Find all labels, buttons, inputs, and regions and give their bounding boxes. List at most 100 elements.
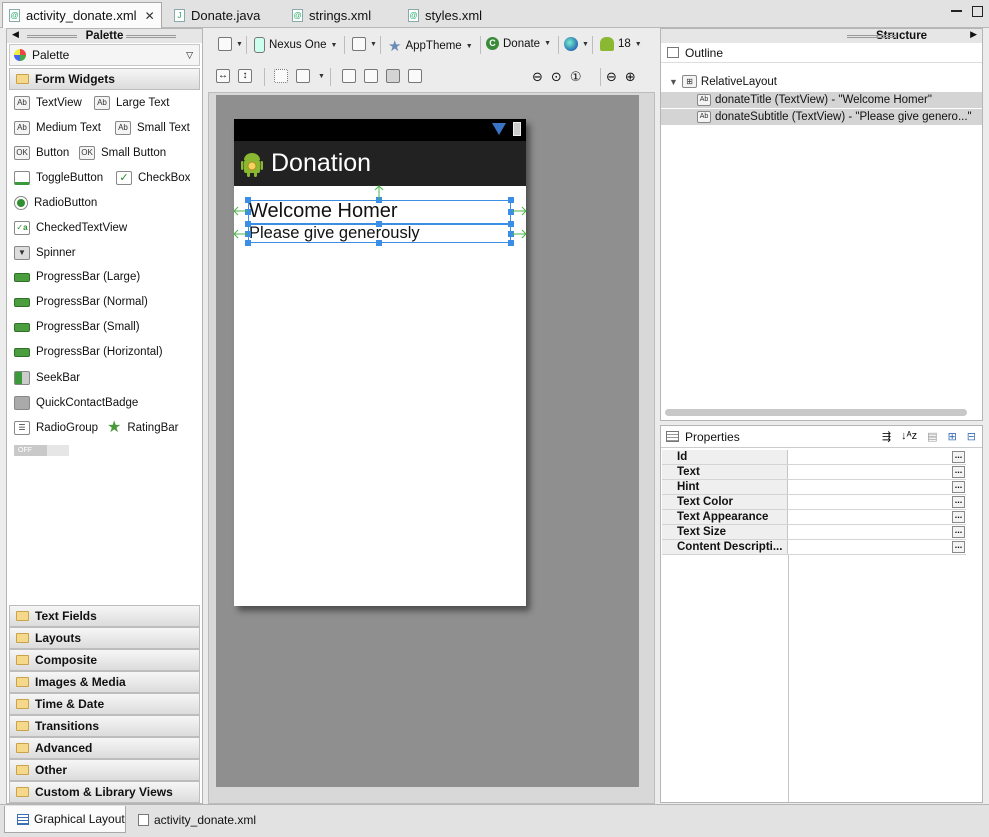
widget-small-text[interactable]: Ab Small Text [115, 121, 190, 135]
theme-selector[interactable]: ★ AppTheme ▼ [388, 37, 473, 55]
widget-togglebutton[interactable]: ToggleButton [14, 171, 103, 185]
tab-activity-donate-xml[interactable]: @ activity_donate.xml ✕ [2, 2, 162, 28]
fill-width-icon[interactable]: ↔ [216, 69, 230, 83]
property-value[interactable]: ... [788, 480, 966, 494]
properties-header: Properties ⇶ ↓ᴬz ▤ ⊞ ⊟ [661, 426, 982, 448]
property-value[interactable]: ... [788, 450, 966, 464]
filter-icon[interactable]: ⇶ [882, 430, 891, 443]
api-level-selector[interactable]: 18 ▼ [600, 37, 642, 51]
expand-triangle-icon[interactable]: ▼ [669, 77, 678, 87]
tab-label: styles.xml [425, 7, 483, 23]
property-row-content-description[interactable]: Content Descripti...... [662, 540, 966, 555]
sort-az-icon[interactable]: ↓ᴬz [901, 430, 917, 443]
device-selector[interactable]: Nexus One ▼ [254, 37, 337, 53]
layout-config-button[interactable]: ▼ [218, 37, 243, 51]
property-value[interactable]: ... [788, 495, 966, 509]
zoom-fit-icon[interactable]: ⊙ [551, 69, 562, 85]
category-custom-library-views[interactable]: Custom & Library Views [9, 781, 200, 803]
category-transitions[interactable]: Transitions [9, 715, 200, 737]
align-center-icon[interactable] [364, 69, 378, 83]
palette-selector[interactable]: Palette ▽ [9, 44, 200, 66]
widget-ratingbar[interactable]: ★ RatingBar [107, 420, 179, 436]
property-value[interactable]: ... [788, 465, 966, 479]
widget-progressbar-small[interactable]: ProgressBar (Small) [14, 321, 140, 333]
zoom-actual-icon[interactable]: ① [570, 69, 582, 85]
activity-selector[interactable]: C Donate ▼ [486, 37, 551, 50]
tab-styles-xml[interactable]: @ styles.xml [402, 2, 502, 28]
tree-node-relativelayout[interactable]: ▼ ⊞ RelativeLayout [669, 75, 777, 88]
locale-selector[interactable]: ▼ [564, 37, 589, 51]
tab-graphical-layout[interactable]: Graphical Layout [4, 806, 126, 833]
minimize-icon[interactable] [951, 6, 962, 12]
tree-node-donate-subtitle[interactable]: Ab donateSubtitle (TextView) - "Please g… [661, 109, 982, 125]
widget-medium-text[interactable]: Ab Medium Text [14, 121, 101, 135]
property-row-text[interactable]: Text... [662, 465, 966, 480]
widget-large-text[interactable]: Ab Large Text [94, 96, 170, 110]
widget-label: RatingBar [127, 422, 179, 434]
widget-radiobutton[interactable]: RadioButton [14, 196, 97, 210]
gravity-icon[interactable] [408, 69, 422, 83]
property-value[interactable]: ... [788, 510, 966, 524]
tree-node-donate-title[interactable]: Ab donateTitle (TextView) - "Welcome Hom… [661, 92, 982, 108]
advanced-icon[interactable]: ▤ [927, 430, 937, 443]
widget-spinner[interactable]: ▼ Spinner [14, 246, 76, 260]
tab-strings-xml[interactable]: @ strings.xml [286, 2, 396, 28]
orientation-button[interactable]: ▼ [352, 37, 377, 51]
category-form-widgets[interactable]: Form Widgets [9, 68, 200, 90]
property-row-text-size[interactable]: Text Size... [662, 525, 966, 540]
widget-textview[interactable]: Ab TextView [14, 96, 82, 110]
tab-label: strings.xml [309, 7, 372, 23]
expand-icon[interactable] [296, 69, 310, 83]
property-value[interactable]: ... [788, 540, 966, 554]
widget-progressbar-normal[interactable]: ProgressBar (Normal) [14, 296, 148, 308]
category-advanced[interactable]: Advanced [9, 737, 200, 759]
zoom-plus-icon[interactable]: ⊕ [625, 69, 636, 85]
edit-icon[interactable]: ... [952, 451, 965, 463]
folder-open-icon [16, 74, 29, 84]
fill-height-icon[interactable]: ↕ [238, 69, 252, 83]
category-composite[interactable]: Composite [9, 649, 200, 671]
close-icon[interactable]: ✕ [145, 9, 155, 23]
align-tools [342, 69, 422, 83]
widget-radiogroup[interactable]: ☰ RadioGroup [14, 421, 98, 435]
property-value[interactable]: ... [788, 525, 966, 539]
edit-icon[interactable]: ... [952, 466, 965, 478]
property-row-text-appearance[interactable]: Text Appearance... [662, 510, 966, 525]
collapse-left-icon[interactable]: ◀ [12, 29, 19, 40]
category-other[interactable]: Other [9, 759, 200, 781]
horizontal-scrollbar[interactable] [665, 409, 967, 416]
category-images-media[interactable]: Images & Media [9, 671, 200, 693]
widget-small-button[interactable]: OK Small Button [79, 146, 166, 160]
property-row-text-color[interactable]: Text Color... [662, 495, 966, 510]
widget-checkbox[interactable]: ✓ CheckBox [116, 171, 190, 185]
align-baseline-icon[interactable] [342, 69, 356, 83]
margins-icon[interactable] [386, 69, 400, 83]
maximize-icon[interactable] [972, 6, 983, 17]
zoom-minus-icon[interactable]: ⊖ [606, 69, 617, 85]
edit-icon[interactable]: ... [952, 496, 965, 508]
widget-label: ProgressBar (Small) [36, 321, 140, 333]
category-time-date[interactable]: Time & Date [9, 693, 200, 715]
property-row-id[interactable]: Id... [662, 450, 966, 465]
collapse-right-icon[interactable]: ▶ [970, 29, 977, 40]
widget-quickcontactbadge[interactable]: QuickContactBadge [14, 396, 138, 410]
widget-seekbar[interactable]: SeekBar [14, 371, 80, 385]
widget-button[interactable]: OK Button [14, 146, 69, 160]
property-row-hint[interactable]: Hint... [662, 480, 966, 495]
widget-checkedtextview[interactable]: ✓a CheckedTextView [14, 221, 127, 235]
collapse-all-icon[interactable]: ⊟ [967, 430, 976, 443]
edit-icon[interactable]: ... [952, 481, 965, 493]
edit-icon[interactable]: ... [952, 526, 965, 538]
expand-all-icon[interactable]: ⊞ [948, 430, 957, 443]
edit-icon[interactable]: ... [952, 511, 965, 523]
zoom-out-icon[interactable]: ⊖ [532, 69, 543, 85]
widget-progressbar-horizontal[interactable]: ProgressBar (Horizontal) [14, 346, 163, 358]
category-layouts[interactable]: Layouts [9, 627, 200, 649]
edit-icon[interactable]: ... [952, 541, 965, 553]
widget-progressbar-large[interactable]: ProgressBar (Large) [14, 271, 140, 283]
tab-donate-java[interactable]: J Donate.java [168, 2, 278, 28]
grid-icon[interactable] [274, 69, 288, 83]
widget-switch[interactable]: OFF [14, 445, 69, 456]
category-text-fields[interactable]: Text Fields [9, 605, 200, 627]
tab-xml-source[interactable]: activity_donate.xml [126, 806, 266, 833]
